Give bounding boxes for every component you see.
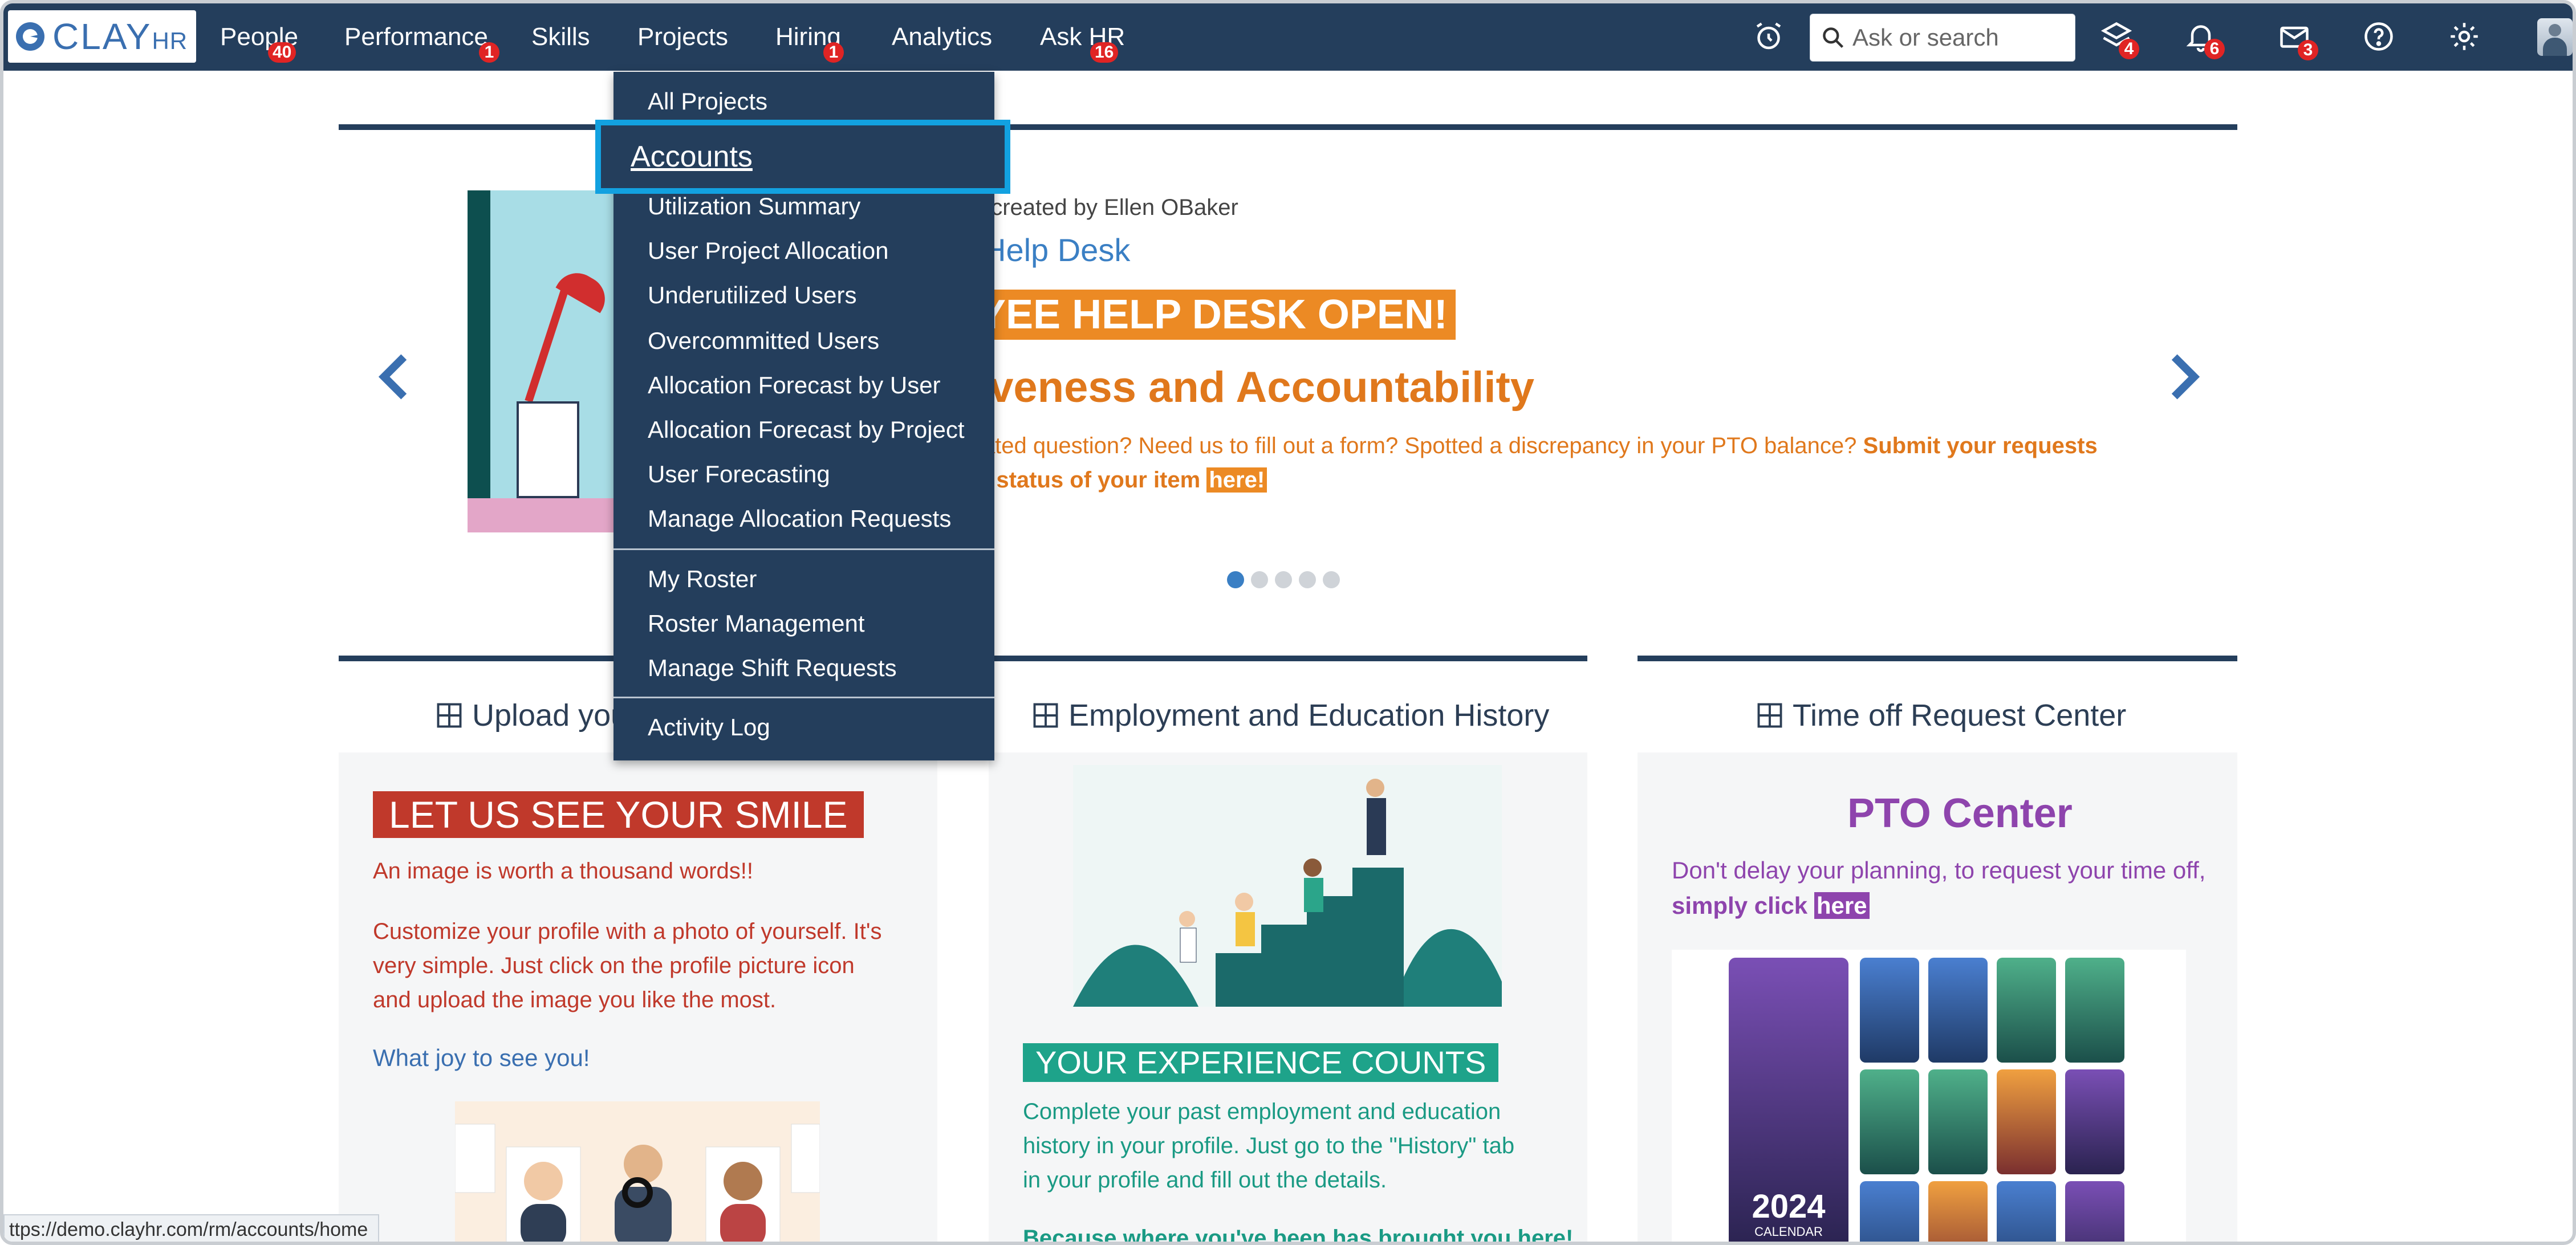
nav-skills[interactable]: Skills (531, 3, 590, 71)
nav-projects-label: Projects (637, 23, 728, 51)
help-icon[interactable] (2362, 19, 2396, 54)
nav-ask-hr[interactable]: Ask HR 16 (1040, 3, 1125, 71)
nav-performance-label: Performance (344, 23, 488, 51)
mail-icon[interactable]: 3 (2277, 19, 2318, 60)
nav-people-badge: 40 (268, 42, 296, 63)
menu-item-activity-log[interactable]: Activity Log (648, 714, 770, 741)
browser-status-url: ttps://demo.clayhr.com/rm/accounts/home (3, 1214, 380, 1242)
menu-item-underutilized-users[interactable]: Underutilized Users (648, 282, 856, 309)
upload-para2: very simple. Just click on the profile p… (373, 953, 855, 978)
calendar-illustration: 2024 CALENDAR (1672, 950, 2186, 1242)
nav-ask-hr-badge: 16 (1090, 42, 1119, 63)
menu-item-manage-allocation-requests[interactable]: Manage Allocation Requests (648, 505, 951, 532)
menu-item-roster-management[interactable]: Roster Management (648, 610, 865, 637)
experience-banner: YOUR EXPERIENCE COUNTS (1023, 1043, 1499, 1082)
calendar-label: CALENDAR (1754, 1224, 1823, 1239)
carousel-next-arrow-icon[interactable] (2164, 351, 2204, 402)
bell-badge: 6 (2204, 39, 2225, 59)
menu-item-allocation-forecast-project[interactable]: Allocation Forecast by Project (648, 416, 965, 444)
upload-para3: and upload the image you like the most. (373, 987, 777, 1012)
carousel-dot-2[interactable] (1251, 571, 1268, 588)
logo-text: CLAYHR (52, 16, 188, 57)
nav-hiring-badge: 1 (823, 42, 844, 63)
menu-separator (613, 697, 994, 698)
menu-item-manage-shift-requests[interactable]: Manage Shift Requests (648, 654, 897, 682)
gear-icon[interactable] (2447, 19, 2481, 54)
carousel-subhead: iveness and Accountability (977, 363, 1535, 412)
nav-analytics-label: Analytics (892, 23, 993, 51)
carousel-category-link[interactable]: Help Desk (983, 231, 1130, 268)
cards-right-rule (1638, 656, 2237, 661)
logo-mark-icon (16, 22, 44, 51)
menu-item-all-projects[interactable]: All Projects (648, 88, 767, 115)
carousel-dot-4[interactable] (1299, 571, 1316, 588)
what-joy-link[interactable]: What joy to see you! (373, 1044, 590, 1072)
employment-card-title: Employment and Education History (1031, 698, 1549, 733)
search-icon (1821, 25, 1846, 50)
nav-performance-badge: 1 (479, 42, 499, 63)
menu-item-overcommitted-users[interactable]: Overcommitted Users (648, 327, 879, 355)
carousel-dot-1[interactable] (1227, 571, 1244, 588)
carousel-blurb: lated question? Need us to fill out a fo… (977, 433, 2098, 493)
upload-card-title: Upload you (434, 698, 628, 733)
layers-icon[interactable]: 4 (2099, 19, 2139, 59)
pto-paragraph: Don't delay your planning, to request yo… (1672, 857, 2206, 919)
smile-banner: LET US SEE YOUR SMILE (373, 791, 864, 838)
browser-frame: CLAYHR People 40 Performance 1 Skills Pr… (0, 0, 2576, 1245)
menu-item-user-forecasting[interactable]: User Forecasting (648, 461, 830, 488)
carousel-illustration (468, 190, 639, 532)
search-input[interactable] (1852, 24, 2069, 51)
menu-separator (613, 548, 994, 550)
carousel-dot-5[interactable] (1323, 571, 1340, 588)
nav-performance[interactable]: Performance 1 (344, 3, 499, 71)
menu-item-user-project-allocation[interactable]: User Project Allocation (648, 237, 889, 265)
carousel-prev-arrow-icon[interactable] (374, 351, 414, 402)
employment-paragraph: Complete your past employment and educat… (1023, 1099, 1515, 1193)
employment-bold-line: Because where you've been has brought yo… (1023, 1226, 1574, 1245)
search-box[interactable] (1810, 14, 2075, 62)
upload-para1: Customize your profile with a photo of y… (373, 919, 882, 944)
clayhr-logo[interactable]: CLAYHR (8, 10, 196, 63)
carousel-dot-3[interactable] (1275, 571, 1292, 588)
nav-skills-label: Skills (531, 23, 590, 51)
menu-item-my-roster[interactable]: My Roster (648, 565, 757, 593)
top-navigation-bar: CLAYHR People 40 Performance 1 Skills Pr… (3, 3, 2573, 71)
widget-grid-icon (1755, 701, 1785, 730)
carousel-headline: YEE HELP DESK OPEN! (973, 290, 1456, 340)
widget-grid-icon (434, 701, 464, 730)
profile-photos-illustration (455, 1101, 820, 1242)
mail-badge: 3 (2298, 40, 2318, 60)
pto-here-link[interactable]: here (1814, 892, 1870, 919)
user-avatar[interactable] (2537, 18, 2573, 56)
menu-item-allocation-forecast-user[interactable]: Allocation Forecast by User (648, 372, 941, 399)
widget-grid-icon (1031, 701, 1061, 730)
climbing-team-illustration (1073, 765, 1502, 1007)
carousel-here-link[interactable]: here! (1206, 467, 1267, 493)
nav-projects[interactable]: Projects (637, 3, 728, 71)
menu-item-utilization-summary[interactable]: Utilization Summary (648, 193, 860, 220)
bell-icon[interactable]: 6 (2184, 19, 2225, 59)
carousel-author-meta: t created by Ellen OBaker (978, 195, 1238, 220)
menu-item-accounts-label: Accounts (631, 140, 753, 173)
nav-hiring[interactable]: Hiring 1 (775, 3, 844, 71)
alarm-clock-icon[interactable] (1752, 19, 1786, 54)
nav-people[interactable]: People 40 (220, 3, 298, 71)
layers-badge: 4 (2119, 39, 2139, 59)
carousel-pagination (1227, 571, 1340, 588)
upload-line1: An image is worth a thousand words!! (373, 859, 754, 884)
menu-item-accounts[interactable]: Accounts (595, 120, 1010, 194)
nav-analytics[interactable]: Analytics (892, 3, 992, 71)
time-off-card-title: Time off Request Center (1755, 698, 2126, 733)
calendar-year: 2024 (1752, 1188, 1825, 1225)
pto-center-heading: PTO Center (1847, 791, 2073, 836)
